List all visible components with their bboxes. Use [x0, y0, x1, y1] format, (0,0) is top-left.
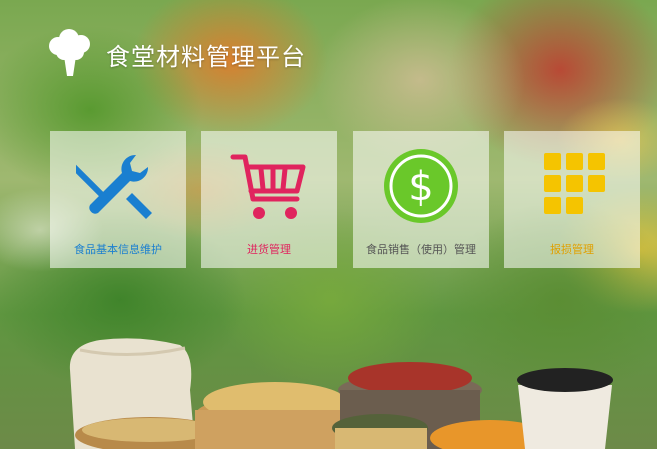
tile-label: 食品基本信息维护 — [74, 243, 162, 256]
tile-loss-management[interactable]: 报损管理 — [504, 131, 640, 268]
wrench-screwdriver-icon — [76, 154, 152, 219]
grain-bowls-image — [69, 338, 613, 449]
tile-label: 食品销售（使用）管理 — [366, 243, 476, 256]
tile-label: 报损管理 — [550, 243, 594, 256]
tile-sales-management[interactable]: $ 食品销售（使用）管理 — [353, 131, 489, 268]
tile-purchase-management[interactable]: 进货管理 — [201, 131, 337, 268]
dollar-coin-icon: $ — [384, 149, 458, 223]
svg-text:$: $ — [408, 164, 433, 210]
page-title: 食堂材料管理平台 — [106, 42, 306, 71]
broccoli-icon — [49, 29, 90, 76]
tile-food-info[interactable]: 食品基本信息维护 — [50, 131, 186, 268]
shopping-cart-icon — [230, 154, 306, 219]
header: 食堂材料管理平台 — [42, 28, 306, 80]
tile-label: 进货管理 — [247, 243, 291, 256]
grid-apps-icon — [544, 153, 605, 214]
